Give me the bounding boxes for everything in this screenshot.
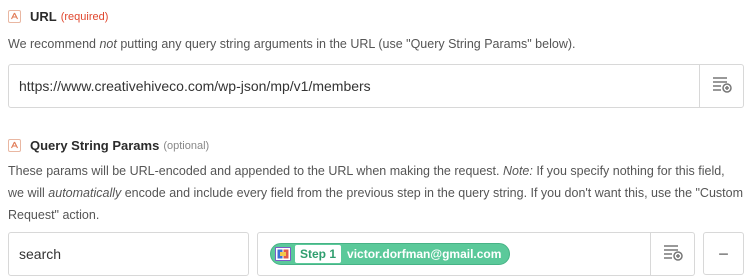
url-field-title: URL	[30, 9, 57, 24]
param-key-value: search	[19, 246, 62, 262]
query-params-label: Query String Params (optional)	[8, 138, 209, 153]
url-insert-field-button[interactable]	[699, 65, 743, 107]
url-help-text: We recommend not putting any query strin…	[8, 33, 744, 55]
param-key-input[interactable]: search	[8, 232, 249, 276]
url-help-emphasis: not	[99, 37, 117, 51]
insert-field-icon	[662, 243, 684, 266]
minus-icon: −	[718, 243, 729, 264]
app-logo-icon	[8, 139, 21, 152]
step-field-pill[interactable]: Step 1 victor.dorfman@gmail.com	[270, 243, 511, 265]
url-input-value: https://www.creativehiveco.com/wp-json/m…	[19, 78, 371, 94]
query-help-emphasis: automatically	[48, 186, 122, 200]
query-help-note: Note:	[502, 164, 533, 178]
url-field-label: URL (required)	[8, 9, 108, 24]
url-input[interactable]: https://www.creativehiveco.com/wp-json/m…	[8, 64, 744, 108]
required-badge: (required)	[60, 10, 109, 23]
remove-param-button[interactable]: −	[703, 232, 744, 275]
step-label: Step 1	[295, 245, 342, 263]
step-field-value: victor.dorfman@gmail.com	[347, 247, 502, 261]
optional-badge: (optional)	[163, 139, 210, 152]
param-value-input[interactable]: Step 1 victor.dorfman@gmail.com	[257, 232, 695, 276]
param-insert-field-button[interactable]	[650, 233, 694, 275]
insert-field-icon	[711, 75, 733, 98]
query-help-part: These params will be URL-encoded and app…	[8, 164, 503, 178]
query-params-title: Query String Params	[30, 138, 160, 153]
url-help-part: We recommend	[8, 37, 100, 51]
url-help-part: putting any query string arguments in th…	[116, 37, 576, 51]
query-params-help-text: These params will be URL-encoded and app…	[8, 160, 744, 226]
app-logo-icon	[8, 10, 21, 23]
step-app-icon	[275, 247, 291, 261]
